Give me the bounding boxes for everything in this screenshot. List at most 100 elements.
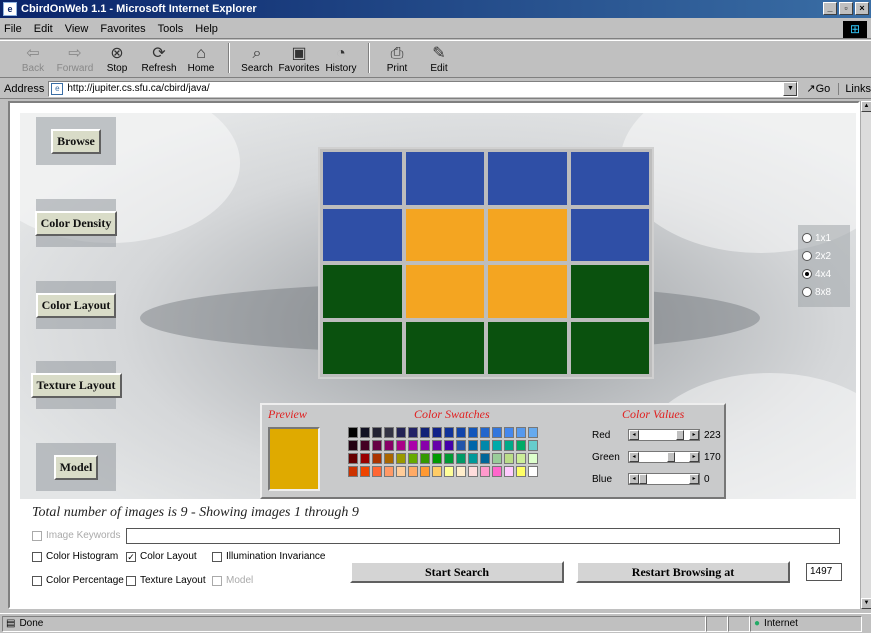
grid-cell[interactable]	[488, 208, 567, 261]
color-swatch[interactable]	[456, 466, 466, 477]
model-button[interactable]: Model	[53, 454, 99, 480]
menu-tools[interactable]: Tools	[158, 23, 184, 35]
radio-button[interactable]	[802, 269, 812, 279]
refresh-button[interactable]: ⟳ Refresh	[138, 45, 180, 74]
color-swatch[interactable]	[444, 440, 454, 451]
scroll-down-icon[interactable]: ▼	[861, 598, 871, 609]
color-swatch[interactable]	[384, 440, 394, 451]
color-swatch[interactable]	[444, 466, 454, 477]
blue-slider[interactable]: ◂ ▸	[628, 473, 700, 485]
color-swatch[interactable]	[444, 427, 454, 438]
grid-cell[interactable]	[488, 152, 567, 205]
menu-view[interactable]: View	[65, 23, 89, 35]
color-swatch[interactable]	[384, 427, 394, 438]
color-swatch[interactable]	[408, 466, 418, 477]
address-input[interactable]: e http://jupiter.cs.sfu.ca/cbird/java/ ▼	[48, 80, 799, 97]
color-swatch[interactable]	[516, 453, 526, 464]
grid-cell[interactable]	[570, 152, 649, 205]
stop-button[interactable]: ⊗ Stop	[96, 45, 138, 74]
color-swatch[interactable]	[516, 427, 526, 438]
color-swatch[interactable]	[456, 427, 466, 438]
slider-right-arrow-icon[interactable]: ▸	[689, 474, 699, 484]
menu-favorites[interactable]: Favorites	[100, 23, 145, 35]
radio-8x8[interactable]: 8x8	[802, 283, 846, 301]
color-swatch[interactable]	[504, 427, 514, 438]
color-swatch[interactable]	[360, 440, 370, 451]
red-slider-thumb[interactable]	[676, 430, 684, 440]
radio-2x2[interactable]: 2x2	[802, 247, 846, 265]
browse-button[interactable]: Browse	[51, 128, 101, 154]
color-swatch[interactable]	[396, 440, 406, 451]
checkbox-checked[interactable]: ✓	[126, 551, 136, 562]
radio-button[interactable]	[802, 287, 812, 297]
grid-cell[interactable]	[323, 152, 402, 205]
color-swatch[interactable]	[396, 466, 406, 477]
color-swatch[interactable]	[420, 440, 430, 451]
color-swatch[interactable]	[348, 440, 358, 451]
color-swatch[interactable]	[528, 427, 538, 438]
radio-button[interactable]	[802, 233, 812, 243]
image-keywords-checkbox-row[interactable]: Image Keywords	[32, 530, 120, 541]
color-swatch[interactable]	[504, 466, 514, 477]
color-swatch[interactable]	[372, 453, 382, 464]
color-swatch[interactable]	[516, 440, 526, 451]
scroll-up-icon[interactable]: ▲	[861, 101, 871, 112]
slider-left-arrow-icon[interactable]: ◂	[629, 430, 639, 440]
color-percentage-checkbox-row[interactable]: Color Percentage	[32, 575, 124, 586]
grid-cell[interactable]	[570, 321, 649, 374]
back-button[interactable]: ⇦ Back	[12, 45, 54, 74]
menu-file[interactable]: File	[4, 23, 22, 35]
color-swatch[interactable]	[408, 440, 418, 451]
color-swatch[interactable]	[492, 440, 502, 451]
color-swatch[interactable]	[528, 440, 538, 451]
address-dropdown-button[interactable]: ▼	[783, 81, 798, 96]
color-swatch[interactable]	[432, 427, 442, 438]
go-button[interactable]: ↗ Go	[806, 82, 830, 96]
radio-4x4[interactable]: 4x4	[802, 265, 846, 283]
color-swatch[interactable]	[348, 466, 358, 477]
search-button[interactable]: ⌕ Search	[236, 45, 278, 74]
color-histogram-checkbox-row[interactable]: Color Histogram	[32, 551, 118, 562]
color-swatch[interactable]	[528, 453, 538, 464]
color-swatch[interactable]	[372, 466, 382, 477]
color-swatch[interactable]	[432, 440, 442, 451]
color-swatch[interactable]	[492, 427, 502, 438]
color-swatch[interactable]	[480, 466, 490, 477]
grid-cell[interactable]	[405, 152, 484, 205]
grid-cell[interactable]	[405, 321, 484, 374]
color-swatch[interactable]	[432, 453, 442, 464]
color-swatch[interactable]	[468, 440, 478, 451]
color-swatch[interactable]	[420, 427, 430, 438]
green-slider[interactable]: ◂ ▸	[628, 451, 700, 463]
illumination-invariance-checkbox-row[interactable]: Illumination Invariance	[212, 551, 326, 562]
color-swatch[interactable]	[504, 440, 514, 451]
grid-cell[interactable]	[405, 208, 484, 261]
color-swatch[interactable]	[396, 453, 406, 464]
color-swatch[interactable]	[372, 427, 382, 438]
color-swatch[interactable]	[360, 427, 370, 438]
red-slider[interactable]: ◂ ▸	[628, 429, 700, 441]
color-swatch[interactable]	[480, 453, 490, 464]
minimize-button[interactable]: _	[823, 2, 837, 15]
grid-cell[interactable]	[323, 208, 402, 261]
grid-cell[interactable]	[323, 265, 402, 318]
grid-cell[interactable]	[488, 321, 567, 374]
checkbox[interactable]	[32, 551, 42, 562]
slider-right-arrow-icon[interactable]: ▸	[689, 430, 699, 440]
checkbox[interactable]	[32, 575, 42, 586]
grid-cell[interactable]	[488, 265, 567, 318]
color-swatch[interactable]	[468, 427, 478, 438]
forward-button[interactable]: ⇨ Forward	[54, 45, 96, 74]
home-button[interactable]: ⌂ Home	[180, 45, 222, 74]
color-swatch[interactable]	[432, 466, 442, 477]
radio-button[interactable]	[802, 251, 812, 261]
grid-cell[interactable]	[570, 265, 649, 318]
color-swatch[interactable]	[372, 440, 382, 451]
color-swatch[interactable]	[468, 453, 478, 464]
model-checkbox-row[interactable]: Model	[212, 575, 253, 586]
color-swatch[interactable]	[528, 466, 538, 477]
color-swatch[interactable]	[504, 453, 514, 464]
vertical-scrollbar[interactable]: ▲ ▼	[860, 101, 871, 609]
color-swatch[interactable]	[360, 453, 370, 464]
color-swatch[interactable]	[360, 466, 370, 477]
